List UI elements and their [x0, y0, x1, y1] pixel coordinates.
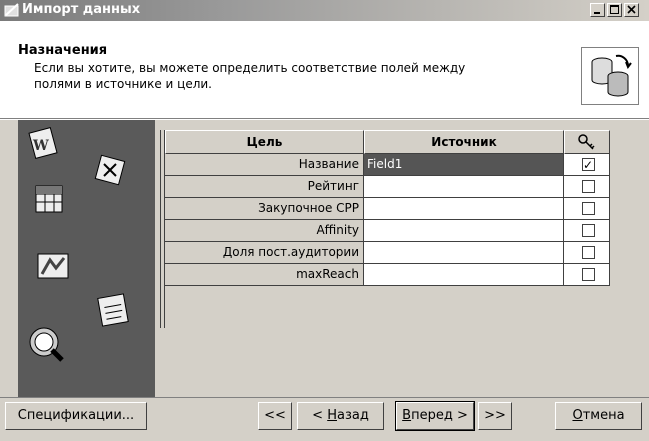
cancel-accel: О — [572, 408, 583, 423]
table-row[interactable]: Название Field1 — [160, 154, 615, 176]
last-button[interactable]: >> — [478, 402, 512, 430]
source-cell[interactable] — [364, 242, 564, 264]
title-bar[interactable]: Импорт данных — [0, 0, 649, 21]
source-cell[interactable] — [364, 176, 564, 198]
target-cell: Доля пост.аудитории — [165, 242, 364, 264]
target-cell: Рейтинг — [165, 176, 364, 198]
globe-search-icon — [29, 327, 64, 362]
source-cell[interactable]: Field1 — [364, 154, 564, 176]
table-row[interactable]: Рейтинг — [160, 176, 615, 198]
svg-text:W: W — [32, 138, 49, 154]
cancel-button[interactable]: Отмена — [555, 402, 642, 430]
field-mapping-grid[interactable]: Цель Источник НазваниеField1РейтингЗакуп… — [155, 130, 649, 397]
key-checkbox[interactable] — [582, 202, 595, 215]
key-checkbox[interactable] — [582, 155, 595, 176]
key-checkbox[interactable] — [582, 224, 595, 237]
window-title: Импорт данных — [22, 2, 141, 17]
back-prefix: < — [312, 408, 328, 423]
source-cell[interactable] — [364, 264, 564, 286]
page-title: Назначения — [18, 43, 108, 58]
key-cell — [564, 220, 610, 242]
maximize-icon — [610, 5, 619, 14]
wizard-header: Назначения Если вы хотите, вы можете опр… — [0, 21, 649, 118]
minimize-icon — [594, 12, 600, 14]
back-accel: Н — [327, 408, 337, 423]
key-checkbox[interactable] — [582, 246, 595, 259]
target-cell: Affinity — [165, 220, 364, 242]
column-header-key[interactable] — [564, 130, 610, 154]
column-header-target[interactable]: Цель — [165, 130, 364, 154]
back-rest: азад — [336, 408, 369, 423]
word-document-icon: W — [28, 126, 58, 160]
target-cell: Название — [165, 154, 364, 176]
cancel-rest: тмена — [582, 408, 625, 423]
import-wizard-window: Импорт данных Назначения Если вы хотите,… — [0, 0, 649, 441]
key-cell — [564, 264, 610, 286]
maximize-button[interactable] — [607, 3, 622, 17]
specifications-button[interactable]: Спецификации... — [5, 402, 147, 430]
source-cell[interactable] — [364, 198, 564, 220]
back-button[interactable]: < Назад — [297, 402, 384, 430]
target-cell: maxReach — [165, 264, 364, 286]
key-checkbox[interactable] — [582, 180, 595, 193]
foxpro-icon — [37, 253, 69, 279]
grid-header: Цель Источник — [155, 130, 615, 154]
database-sync-icon — [581, 47, 639, 105]
table-row[interactable]: maxReach — [160, 264, 615, 286]
page-description: Если вы хотите, вы можете определить соо… — [34, 61, 466, 91]
next-button[interactable]: Вперед > — [395, 401, 475, 431]
next-rest: перед > — [411, 408, 468, 423]
key-cell — [564, 242, 610, 264]
next-accel: В — [402, 408, 412, 423]
wizard-wand-icon — [4, 3, 19, 17]
key-icon — [578, 134, 595, 150]
key-cell — [564, 154, 610, 176]
wizard-side-graphic: W — [18, 120, 155, 397]
notepad-icon — [97, 293, 129, 327]
column-header-source[interactable]: Источник — [364, 130, 564, 154]
key-cell — [564, 176, 610, 198]
table-row[interactable]: Доля пост.аудитории — [160, 242, 615, 264]
excel-sheet-icon — [94, 154, 126, 186]
close-icon — [627, 5, 636, 14]
source-cell[interactable] — [364, 220, 564, 242]
key-checkbox[interactable] — [582, 268, 595, 281]
table-grid-icon — [35, 185, 63, 213]
close-button[interactable] — [624, 3, 639, 17]
minimize-button[interactable] — [590, 3, 605, 17]
divider — [0, 397, 649, 398]
key-cell — [564, 198, 610, 220]
table-row[interactable]: Affinity — [160, 220, 615, 242]
target-cell: Закупочное CPP — [165, 198, 364, 220]
first-button[interactable]: << — [258, 402, 292, 430]
table-row[interactable]: Закупочное CPP — [160, 198, 615, 220]
